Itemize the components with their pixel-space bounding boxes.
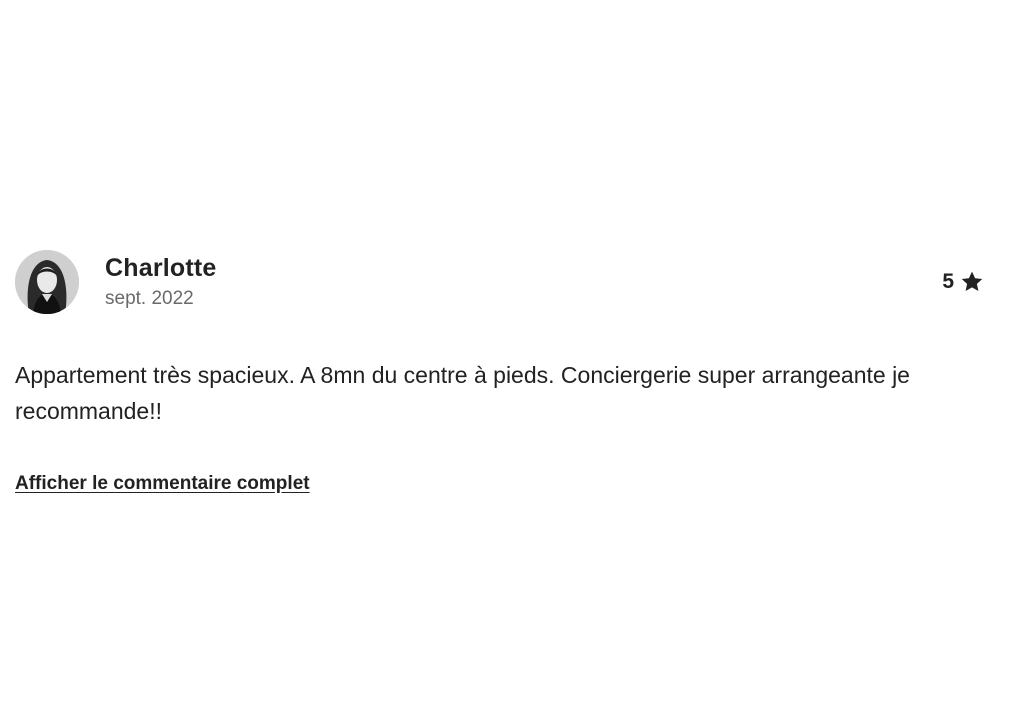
review-card: Charlotte sept. 2022 5 Appartement très … bbox=[15, 249, 990, 495]
rating-value: 5 bbox=[942, 270, 954, 293]
show-full-review-link[interactable]: Afficher le commentaire complet bbox=[15, 473, 310, 495]
avatar[interactable] bbox=[15, 250, 79, 314]
author-name: Charlotte bbox=[105, 254, 217, 282]
rating: 5 bbox=[942, 269, 984, 295]
user-photo-icon bbox=[15, 250, 79, 314]
author-info: Charlotte sept. 2022 bbox=[105, 253, 217, 312]
star-icon bbox=[960, 270, 984, 294]
review-date: sept. 2022 bbox=[105, 288, 194, 309]
review-text: Appartement très spacieux. A 8mn du cent… bbox=[15, 362, 910, 424]
review-header: Charlotte sept. 2022 5 bbox=[15, 249, 990, 315]
